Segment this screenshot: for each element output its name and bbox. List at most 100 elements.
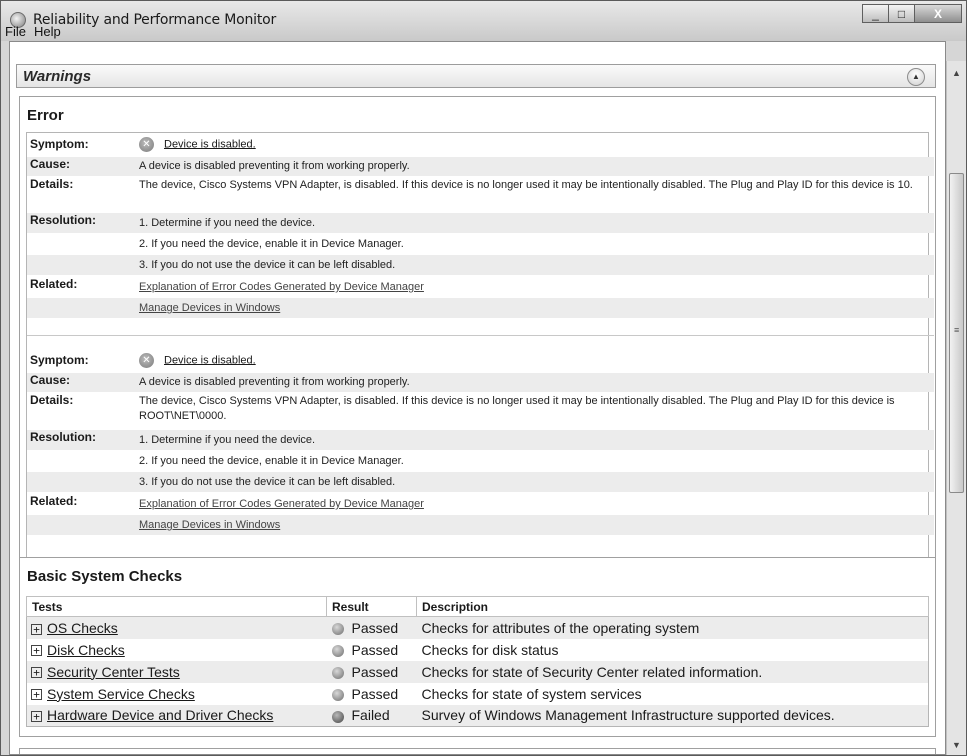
- expand-icon[interactable]: +: [31, 667, 42, 679]
- resolution-row: 3. If you do not use the device it can b…: [27, 255, 934, 275]
- cause-row: Cause: A device is disabled preventing i…: [27, 157, 934, 176]
- scroll-up-icon[interactable]: ▲: [947, 65, 966, 81]
- entry-divider: [27, 335, 934, 336]
- details-label: Details:: [30, 177, 74, 191]
- resolution-label: Resolution:: [30, 213, 96, 227]
- related-link[interactable]: Manage Devices in Windows: [139, 302, 280, 314]
- error-details-box: Symptom: ✕ Device is disabled. Cause: A d…: [26, 132, 934, 585]
- resolution-step: 1. Determine if you need the device.: [139, 217, 316, 229]
- column-header-tests[interactable]: Tests: [26, 596, 327, 617]
- warnings-title: Warnings: [23, 68, 92, 85]
- error-icon: ✕: [139, 137, 154, 152]
- expand-icon[interactable]: +: [31, 689, 42, 701]
- table-row: + Security Center Tests Passed Checks for…: [26, 660, 929, 683]
- passed-status-icon: [331, 688, 344, 701]
- cause-row: Cause: A device is disabled preventing i…: [27, 373, 934, 392]
- test-link[interactable]: Disk Checks: [47, 642, 125, 658]
- report-content: Warnings ▲ Error Symptom: ✕ Device is dis…: [9, 41, 946, 755]
- related-row: Related: Explanation of Error Codes Gene…: [27, 277, 934, 297]
- expand-icon[interactable]: +: [31, 623, 42, 635]
- related-link[interactable]: Manage Devices in Windows: [139, 519, 280, 531]
- resolution-row: 2. If you need the device, enable it in …: [27, 451, 934, 471]
- related-label: Related:: [30, 277, 78, 291]
- test-link[interactable]: Security Center Tests: [47, 664, 180, 680]
- related-row: Manage Devices in Windows: [27, 515, 934, 535]
- resolution-row: 3. If you do not use the device it can b…: [27, 472, 934, 492]
- related-row: Related: Explanation of Error Codes Gene…: [27, 494, 934, 514]
- warnings-header[interactable]: Warnings ▲: [16, 64, 936, 88]
- resolution-step: 1. Determine if you need the device.: [139, 434, 316, 446]
- checks-heading: Basic System Checks: [27, 568, 183, 585]
- test-link[interactable]: System Service Checks: [47, 686, 195, 702]
- symptom-row: Symptom: ✕ Device is disabled.: [27, 137, 934, 157]
- description-text: Checks for attributes of the operating s…: [416, 616, 929, 639]
- table-row: + OS Checks Passed Checks for attributes …: [26, 616, 929, 639]
- symptom-link[interactable]: Device is disabled.: [164, 354, 256, 366]
- close-icon: X: [933, 6, 942, 21]
- description-text: Survey of Windows Management Infrastruct…: [416, 704, 929, 727]
- description-text: Checks for state of system services: [421, 685, 642, 702]
- resolution-step: 3. If you do not use the device it can b…: [139, 259, 396, 271]
- test-link[interactable]: Hardware Device and Driver Checks: [47, 707, 273, 723]
- resolution-step: 3. If you do not use the device it can b…: [139, 476, 396, 488]
- details-label: Details:: [30, 393, 74, 407]
- window-controls: _ □ X: [862, 4, 962, 24]
- menu-bar: File Help: [1, 22, 966, 40]
- cause-text: A device is disabled preventing it from …: [139, 160, 410, 172]
- result-text: Failed: [351, 707, 390, 724]
- resolution-row: Resolution: 1. Determine if you need the…: [27, 213, 934, 233]
- failed-status-icon: [331, 710, 344, 723]
- cause-label: Cause:: [30, 373, 71, 387]
- close-button[interactable]: X: [914, 4, 962, 23]
- resolution-row: 2. If you need the device, enable it in …: [27, 234, 934, 254]
- table-row: + Hardware Device and Driver Checks Faile…: [26, 704, 929, 727]
- passed-status-icon: [331, 666, 344, 679]
- vertical-scrollbar[interactable]: ▲ ≡ ▼: [946, 61, 966, 755]
- test-link[interactable]: OS Checks: [47, 620, 118, 636]
- checks-table: Tests Result Description + OS Checks Pass…: [26, 596, 929, 727]
- basic-system-checks-panel: Basic System Checks Tests Result Descrip…: [19, 557, 936, 737]
- related-row: Manage Devices in Windows: [27, 298, 934, 318]
- minimize-icon: _: [872, 6, 879, 21]
- maximize-button[interactable]: □: [888, 4, 915, 23]
- resolution-label: Resolution:: [30, 430, 96, 444]
- table-row: + Disk Checks Passed Checks for disk stat…: [27, 639, 929, 661]
- passed-status-icon: [331, 644, 344, 657]
- description-text: Checks for state of Security Center rela…: [416, 660, 929, 683]
- table-row: + System Service Checks Passed Checks for…: [27, 683, 929, 705]
- details-text: The device, Cisco Systems VPN Adapter, i…: [139, 395, 895, 422]
- resolution-row: Resolution: 1. Determine if you need the…: [27, 430, 934, 450]
- result-text: Passed: [351, 663, 399, 680]
- column-header-description[interactable]: Description: [416, 596, 929, 617]
- details-row: Details: The device, Cisco Systems VPN A…: [27, 393, 934, 427]
- symptom-row: Symptom: ✕ Device is disabled.: [27, 353, 934, 373]
- expand-icon[interactable]: +: [31, 711, 42, 723]
- related-link[interactable]: Explanation of Error Codes Generated by …: [139, 281, 424, 293]
- main-window: Reliability and Performance Monitor _ □ …: [0, 0, 967, 756]
- menu-help[interactable]: Help: [34, 24, 61, 39]
- result-text: Passed: [351, 685, 399, 702]
- details-row: Details: The device, Cisco Systems VPN A…: [27, 177, 934, 211]
- menu-file[interactable]: File: [5, 24, 26, 39]
- scroll-down-icon[interactable]: ▼: [947, 737, 966, 753]
- symptom-link[interactable]: Device is disabled.: [164, 138, 256, 150]
- symptom-label: Symptom:: [30, 137, 89, 151]
- cause-text: A device is disabled preventing it from …: [139, 376, 410, 388]
- error-icon: ✕: [139, 353, 154, 368]
- result-text: Passed: [351, 619, 399, 636]
- details-text: The device, Cisco Systems VPN Adapter, i…: [139, 179, 913, 191]
- grip-icon: ≡: [954, 325, 960, 335]
- symptom-label: Symptom:: [30, 353, 89, 367]
- maximize-icon: □: [897, 6, 906, 21]
- expand-icon[interactable]: +: [31, 645, 42, 657]
- column-header-result[interactable]: Result: [326, 596, 417, 617]
- passed-status-icon: [331, 623, 344, 636]
- result-text: Passed: [351, 641, 399, 658]
- minimize-button[interactable]: _: [862, 4, 889, 23]
- collapse-icon[interactable]: ▲: [907, 68, 925, 86]
- scroll-thumb[interactable]: ≡: [949, 173, 964, 493]
- next-section-panel: [19, 748, 936, 754]
- error-panel: Error Symptom: ✕ Device is disabled. Caus…: [19, 96, 936, 589]
- related-link[interactable]: Explanation of Error Codes Generated by …: [139, 498, 424, 510]
- description-text: Checks for disk status: [421, 641, 559, 658]
